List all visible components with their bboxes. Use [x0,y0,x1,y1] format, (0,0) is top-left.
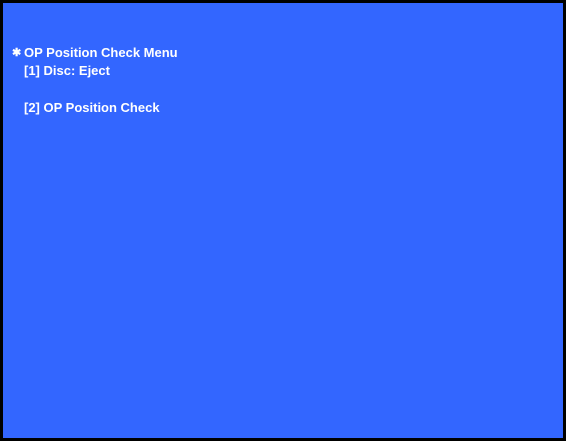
cursor-asterisk-icon: ✱ [12,47,22,59]
service-menu-screen: ✱ OP Position Check Menu [1] Disc: Eject… [0,0,566,441]
menu-title: OP Position Check Menu [24,45,178,60]
menu-item-label: [1] Disc: Eject [24,63,110,78]
menu-item-label: [2] OP Position Check [24,100,160,115]
